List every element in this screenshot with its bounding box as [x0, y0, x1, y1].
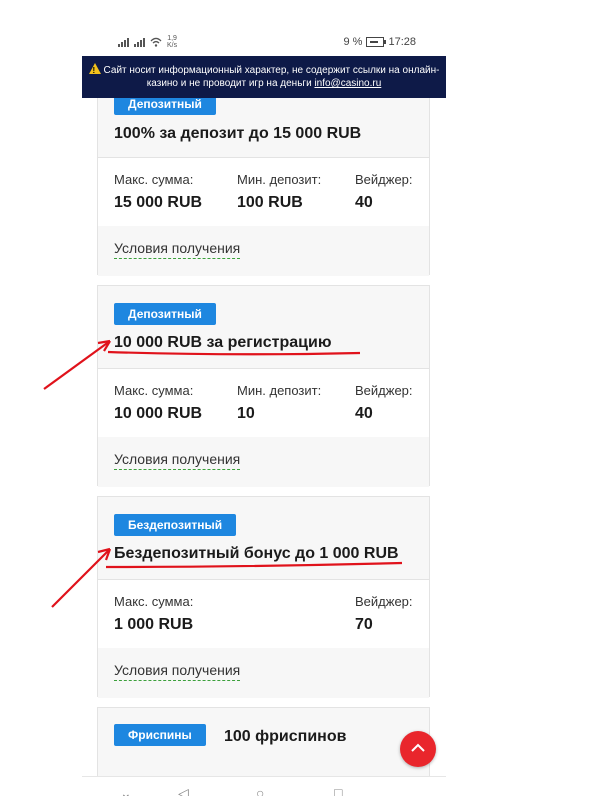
wifi-icon [150, 37, 162, 47]
bonus-card: Бездепозитный Бездепозитный бонус до 1 0… [97, 496, 430, 698]
warning-icon: ! [88, 63, 101, 75]
min-deposit-value: 10 [237, 405, 255, 422]
max-sum-value: 1 000 RUB [114, 616, 194, 633]
wager-label: Вейджер: [355, 383, 413, 398]
speed-value: 1,9 [167, 35, 177, 42]
bonus-stats: Макс. сумма: 10 000 RUB Мин. депозит: 10… [98, 369, 429, 437]
signal-icon [118, 37, 129, 47]
bonus-type-badge[interactable]: Фриспины [114, 724, 206, 746]
system-nav-bar: ⌄ ◁ ○ □ [82, 776, 446, 796]
bonus-card: Депозитный 100% за депозит до 15 000 RUB… [97, 74, 430, 276]
nav-down-icon[interactable]: ⌄ [120, 785, 132, 796]
bonus-title: 10 000 RUB за регистрацию [114, 334, 332, 351]
speed-unit: K/s [167, 42, 178, 49]
status-right: 9 % 17:28 [344, 36, 417, 48]
min-deposit-value: 100 RUB [237, 194, 303, 211]
bonus-conditions-row: Условия получения [98, 226, 429, 276]
bonus-conditions-row: Условия получения [98, 648, 429, 698]
status-bar: 1,9 K/s 9 % 17:28 [82, 28, 446, 56]
notice-email-link[interactable]: info@casino.ru [314, 78, 381, 89]
max-sum-label: Макс. сумма: [114, 594, 194, 609]
conditions-link[interactable]: Условия получения [114, 662, 241, 681]
wager-value: 70 [355, 616, 373, 633]
signal-icon [134, 37, 145, 47]
info-notice-banner: ! Сайт носит информационный характер, не … [82, 56, 446, 98]
wager-label: Вейджер: [355, 172, 413, 187]
wager-value: 40 [355, 405, 373, 422]
bonus-card-header: Депозитный 10 000 RUB за регистрацию [98, 286, 429, 369]
notice-text: Сайт носит информационный характер, не с… [103, 65, 440, 89]
bonus-conditions-row: Условия получения [98, 437, 429, 487]
min-deposit-label: Мин. депозит: [237, 172, 322, 187]
battery-percent: 9 % [343, 36, 363, 48]
battery-icon [366, 37, 387, 47]
bonus-type-badge[interactable]: Бездепозитный [114, 514, 237, 536]
wager-value: 40 [355, 194, 373, 211]
network-speed: 1,9 K/s [167, 35, 177, 49]
clock: 17:28 [388, 36, 416, 48]
nav-recent-icon[interactable]: □ [334, 785, 342, 796]
bonus-card-header: Бездепозитный Бездепозитный бонус до 1 0… [98, 497, 429, 580]
chevron-up-icon [411, 743, 425, 752]
bonus-title: 100% за депозит до 15 000 RUB [114, 125, 362, 142]
max-sum-value: 10 000 RUB [114, 405, 203, 422]
bonus-stats: Макс. сумма: 1 000 RUB Вейджер: 70 [98, 580, 429, 648]
scroll-top-button[interactable] [400, 731, 436, 767]
status-left: 1,9 K/s [118, 35, 177, 49]
bonus-title: Бездепозитный бонус до 1 000 RUB [114, 545, 399, 562]
nav-back-icon[interactable]: ◁ [178, 785, 189, 796]
conditions-link[interactable]: Условия получения [114, 451, 241, 470]
max-sum-value: 15 000 RUB [114, 194, 203, 211]
wager-label: Вейджер: [355, 594, 413, 609]
bonus-stats: Макс. сумма: 15 000 RUB Мин. депозит: 10… [98, 158, 429, 226]
bonus-title: 100 фриспинов [224, 728, 347, 745]
max-sum-label: Макс. сумма: [114, 172, 194, 187]
min-deposit-label: Мин. депозит: [237, 383, 322, 398]
phone-screen: 1,9 K/s 9 % 17:28 ! Сайт носит информацион… [82, 28, 446, 796]
bonus-type-badge[interactable]: Депозитный [114, 303, 216, 325]
max-sum-label: Макс. сумма: [114, 383, 194, 398]
bonus-card-header: Фриспины 100 фриспинов [98, 708, 429, 770]
bonus-card: Депозитный 10 000 RUB за регистрацию Мак… [97, 285, 430, 487]
conditions-link[interactable]: Условия получения [114, 240, 241, 259]
nav-home-icon[interactable]: ○ [256, 785, 264, 796]
